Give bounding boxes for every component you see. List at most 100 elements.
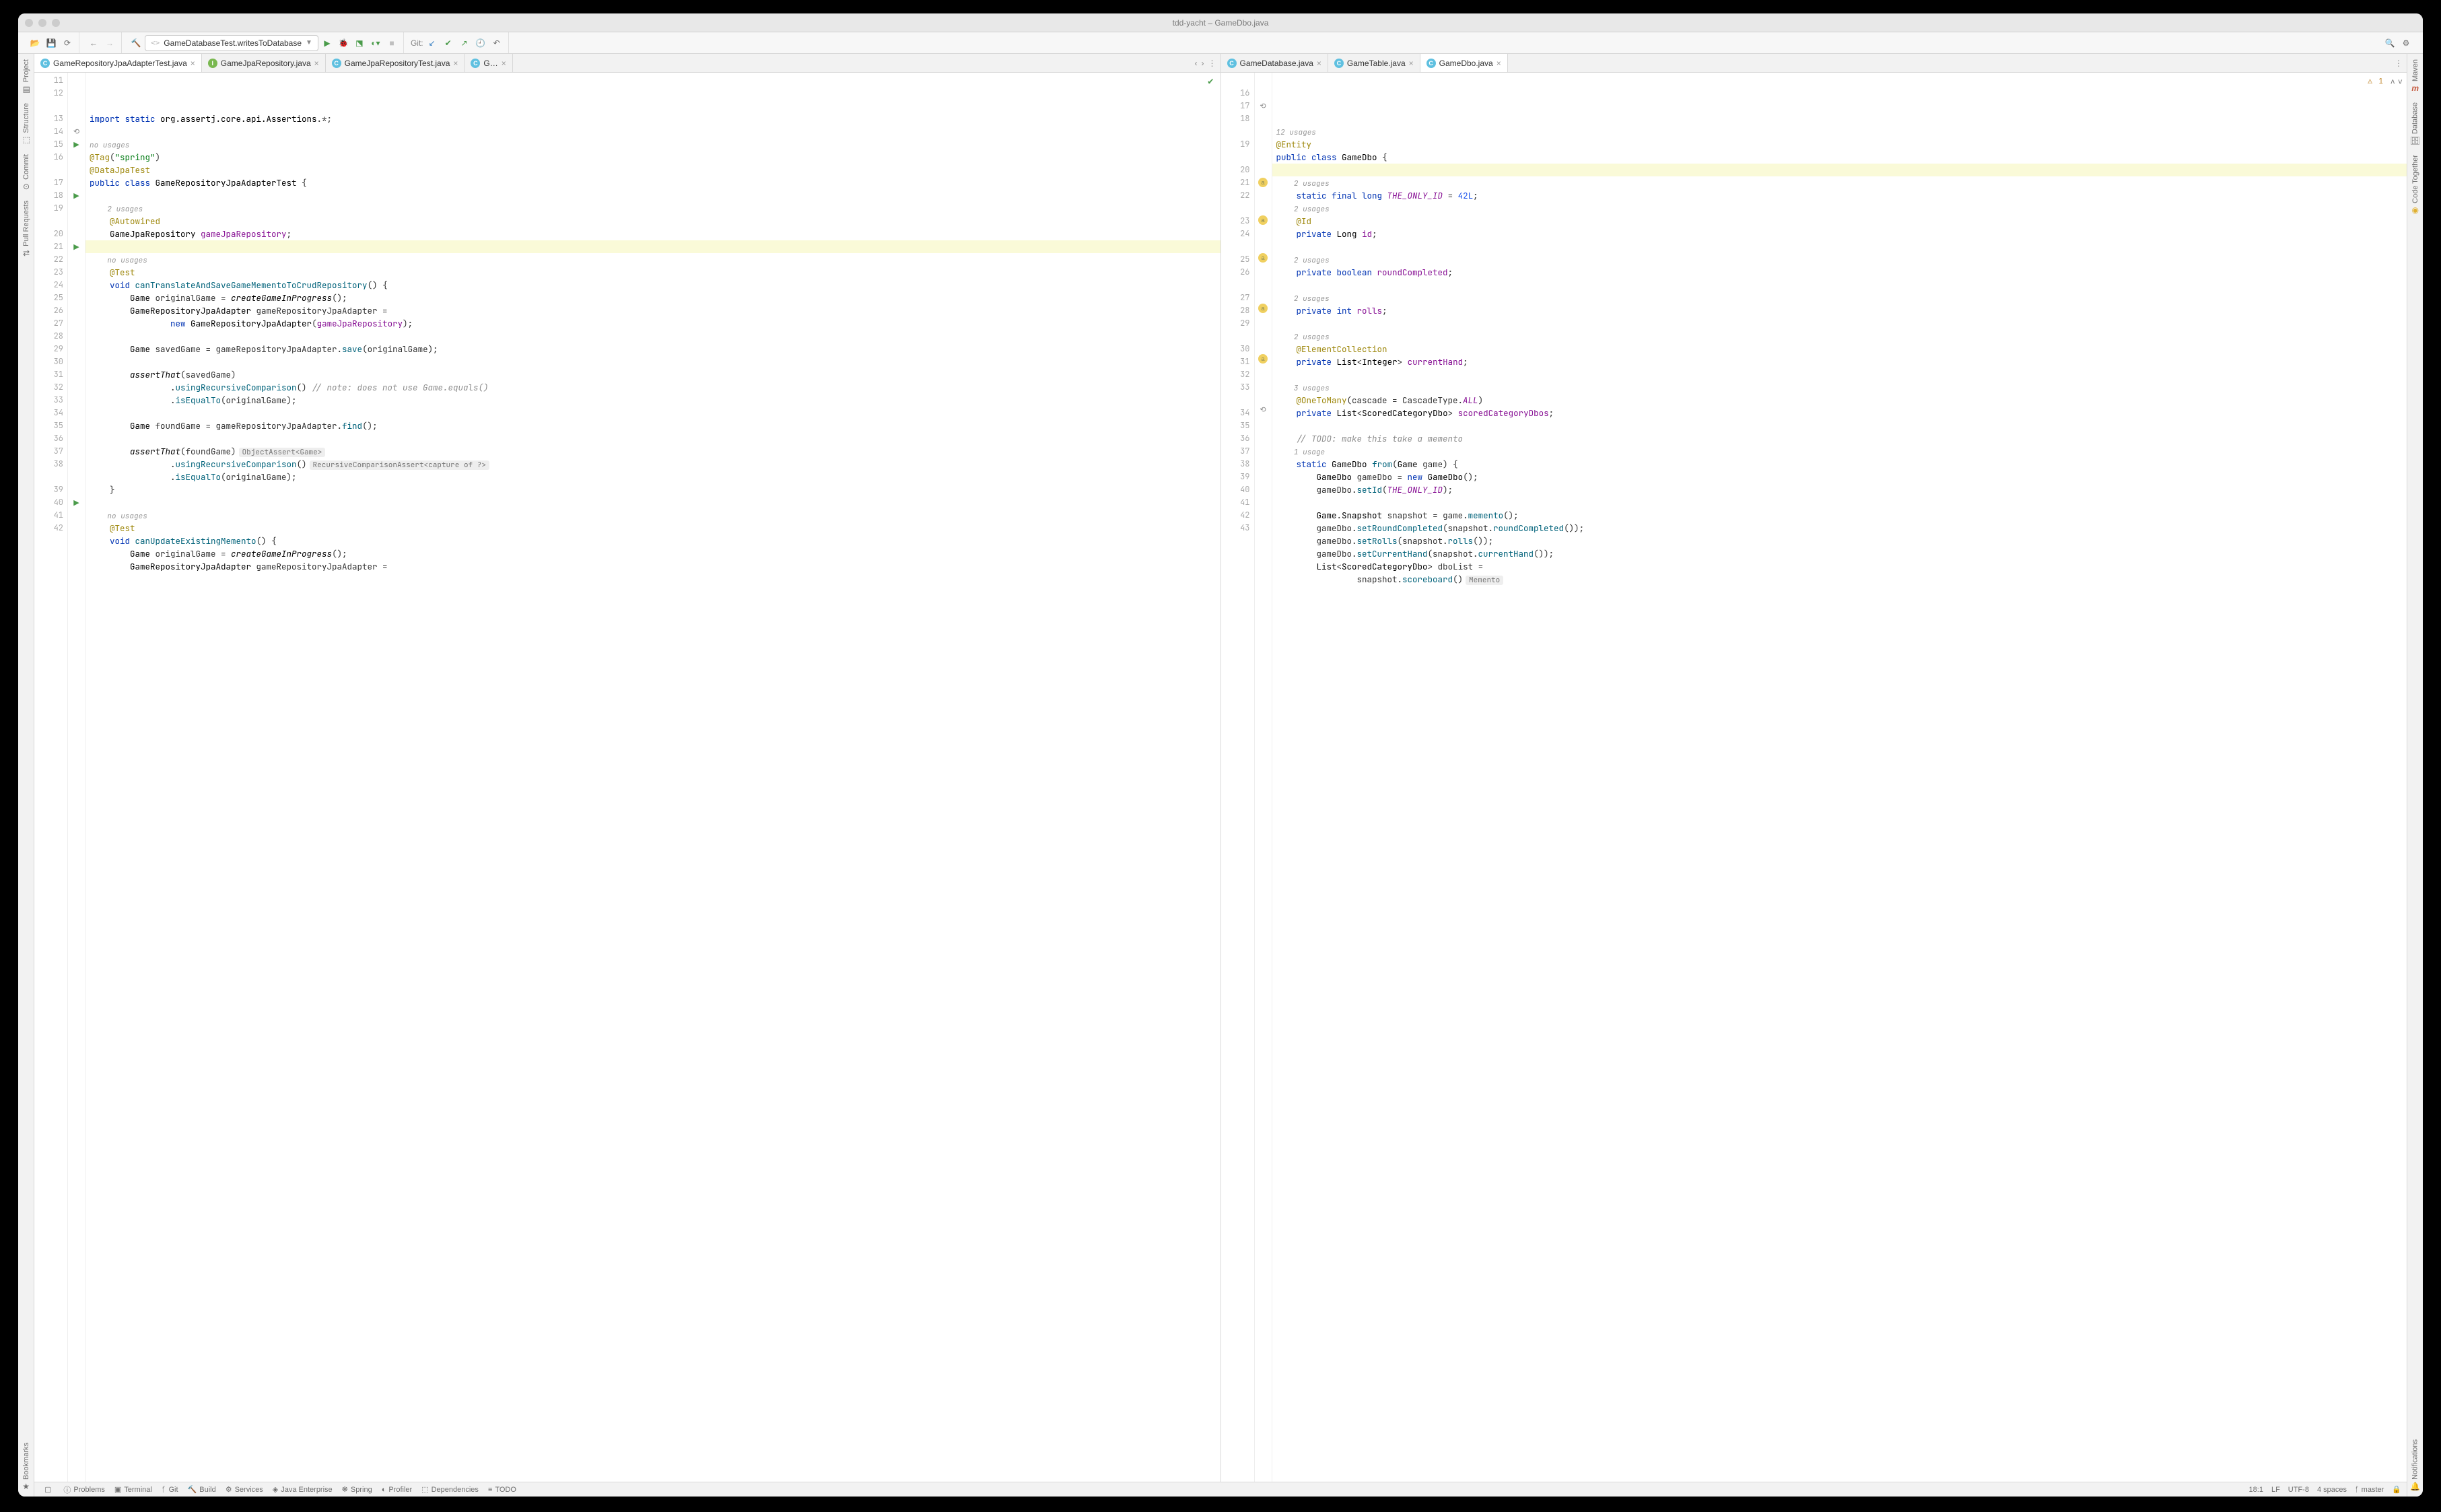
line-number[interactable]: 29 [1221, 317, 1254, 330]
line-number[interactable]: 17 [1221, 100, 1254, 112]
code-line[interactable]: private boolean roundCompleted; [1272, 266, 2407, 279]
usage-hint[interactable]: 3 usages [1272, 381, 2407, 394]
line-number[interactable]: 43 [1221, 522, 1254, 535]
line-number[interactable]: 21 [1221, 176, 1254, 189]
line-number[interactable]: 25 [34, 291, 67, 304]
sidebar-item-notifications[interactable]: 🔔Notifications [2410, 1439, 2420, 1491]
line-number[interactable] [1221, 240, 1254, 253]
line-number[interactable]: 23 [1221, 215, 1254, 228]
code-line[interactable]: Game originalGame = createGameInProgress… [85, 547, 1220, 560]
line-number[interactable] [1221, 279, 1254, 291]
line-number[interactable]: 28 [1221, 304, 1254, 317]
code-line[interactable] [85, 407, 1220, 419]
code-line[interactable] [85, 240, 1220, 253]
code-line[interactable]: .usingRecursiveComparison() // note: doe… [85, 381, 1220, 394]
lock-icon[interactable]: 🔒 [2392, 1485, 2401, 1494]
code-line[interactable]: assertThat(savedGame) [85, 368, 1220, 381]
line-number[interactable]: 32 [34, 381, 67, 394]
refresh-icon[interactable]: ⟳ [60, 36, 75, 50]
close-tab-icon[interactable]: × [1317, 59, 1321, 68]
code-line[interactable]: public class GameRepositoryJpaAdapterTes… [85, 176, 1220, 189]
usage-hint[interactable]: 2 usages [1272, 291, 2407, 304]
usage-hint[interactable]: 2 usages [1272, 330, 2407, 343]
line-number[interactable]: 17 [34, 176, 67, 189]
line-number[interactable]: 27 [34, 317, 67, 330]
sidebar-item-maven[interactable]: mMaven [2411, 59, 2419, 93]
save-icon[interactable]: 💾 [44, 36, 59, 50]
usage-hint[interactable]: 2 usages [1272, 202, 2407, 215]
git-history-icon[interactable]: 🕘 [473, 36, 488, 50]
code-line[interactable]: private Long id; [1272, 228, 2407, 240]
line-number[interactable] [1221, 202, 1254, 215]
line-number[interactable]: 31 [34, 368, 67, 381]
git-branch[interactable]: ᚶ master [2355, 1486, 2384, 1494]
tab-bar-extras[interactable]: ‹ › ⋮ [1191, 54, 1220, 72]
field-gutter-icon[interactable]: a [1258, 304, 1268, 313]
code-line[interactable] [1272, 279, 2407, 291]
sidebar-item-commit[interactable]: ⊙Commit [22, 154, 30, 191]
line-number[interactable]: 16 [34, 151, 67, 164]
run-icon[interactable]: ▶ [320, 36, 335, 50]
left-code-area[interactable]: 1112131415161718192021222324252627282930… [34, 73, 1220, 1482]
code-line[interactable] [1272, 164, 2407, 176]
line-number[interactable]: 18 [1221, 112, 1254, 125]
code-line[interactable]: Game savedGame = gameRepositoryJpaAdapte… [85, 343, 1220, 355]
code-line[interactable]: void canUpdateExistingMemento() { [85, 535, 1220, 547]
line-number[interactable]: 41 [1221, 496, 1254, 509]
line-number[interactable]: 24 [34, 279, 67, 291]
line-number[interactable]: 21 [34, 240, 67, 253]
line-number[interactable] [34, 100, 67, 112]
code-line[interactable]: @ElementCollection [1272, 343, 2407, 355]
override-gutter-icon[interactable]: ⟲ [1255, 403, 1272, 416]
encoding[interactable]: UTF-8 [2288, 1486, 2309, 1494]
code-line[interactable]: assertThat(foundGame)ObjectAssert<Game> [85, 445, 1220, 458]
close-tab-icon[interactable]: × [314, 59, 319, 68]
line-number[interactable]: 32 [1221, 368, 1254, 381]
line-number[interactable]: 18 [34, 189, 67, 202]
line-number[interactable] [1221, 151, 1254, 164]
code-line[interactable]: import static org.assertj.core.api.Asser… [85, 112, 1220, 125]
editor-tab[interactable]: IGameJpaRepository.java× [202, 54, 326, 72]
toolwindow-git[interactable]: ᚶGit [157, 1482, 183, 1497]
usage-hint[interactable]: 2 usages [1272, 253, 2407, 266]
forward-icon[interactable]: → [102, 36, 117, 50]
toolwindow-java-enterprise[interactable]: ◈Java Enterprise [268, 1482, 337, 1497]
code-line[interactable]: static GameDbo from(Game game) { [1272, 458, 2407, 471]
run-gutter-icon[interactable]: ▶ [68, 240, 85, 253]
hammer-icon[interactable]: 🔨 [129, 36, 143, 50]
editor-tab[interactable]: CGameRepositoryJpaAdapterTest.java× [34, 54, 202, 72]
line-number[interactable] [1221, 74, 1254, 87]
git-push-icon[interactable]: ↗ [457, 36, 472, 50]
close-tab-icon[interactable]: × [191, 59, 195, 68]
sidebar-item-project[interactable]: ▤Project [22, 59, 30, 94]
toolwindow-terminal[interactable]: ▣Terminal [110, 1482, 157, 1497]
code-line[interactable] [85, 432, 1220, 445]
field-gutter-icon[interactable]: a [1258, 253, 1268, 263]
line-number[interactable]: 20 [1221, 164, 1254, 176]
git-rollback-icon[interactable]: ↶ [489, 36, 504, 50]
code-line[interactable] [1272, 496, 2407, 509]
line-number[interactable]: 22 [34, 253, 67, 266]
close-tab-icon[interactable]: × [453, 59, 458, 68]
code-line[interactable]: // TODO: make this take a memento [1272, 432, 2407, 445]
line-number[interactable]: 41 [34, 509, 67, 522]
line-number[interactable]: 19 [1221, 138, 1254, 151]
minimize-dot[interactable] [38, 19, 46, 27]
line-number[interactable] [1221, 394, 1254, 407]
coverage-icon[interactable]: ⬔ [352, 36, 367, 50]
editor-tab[interactable]: CGameJpaRepositoryTest.java× [326, 54, 465, 72]
code-line[interactable]: } [85, 483, 1220, 496]
right-gutter[interactable]: 1617181920212223242526272829303132333435… [1221, 73, 1255, 1482]
line-number[interactable]: 29 [34, 343, 67, 355]
open-icon[interactable]: 📂 [28, 36, 42, 50]
right-gutter-icons[interactable]: ⟲aaaaa⟲ [1255, 73, 1272, 1482]
left-gutter-icons[interactable]: ⟲▶▶▶▶ [68, 73, 85, 1482]
editor-tab[interactable]: CGameDbo.java× [1420, 54, 1508, 72]
code-line[interactable]: snapshot.scoreboard()Memento [1272, 573, 2407, 586]
code-line[interactable]: static final long THE_ONLY_ID = 42L; [1272, 189, 2407, 202]
code-line[interactable]: new GameRepositoryJpaAdapter(gameJpaRepo… [85, 317, 1220, 330]
code-line[interactable]: @Id [1272, 215, 2407, 228]
code-line[interactable]: gameDbo.setRolls(snapshot.rolls()); [1272, 535, 2407, 547]
override-gutter-icon[interactable]: ⟲ [68, 125, 85, 138]
code-line[interactable] [1272, 317, 2407, 330]
